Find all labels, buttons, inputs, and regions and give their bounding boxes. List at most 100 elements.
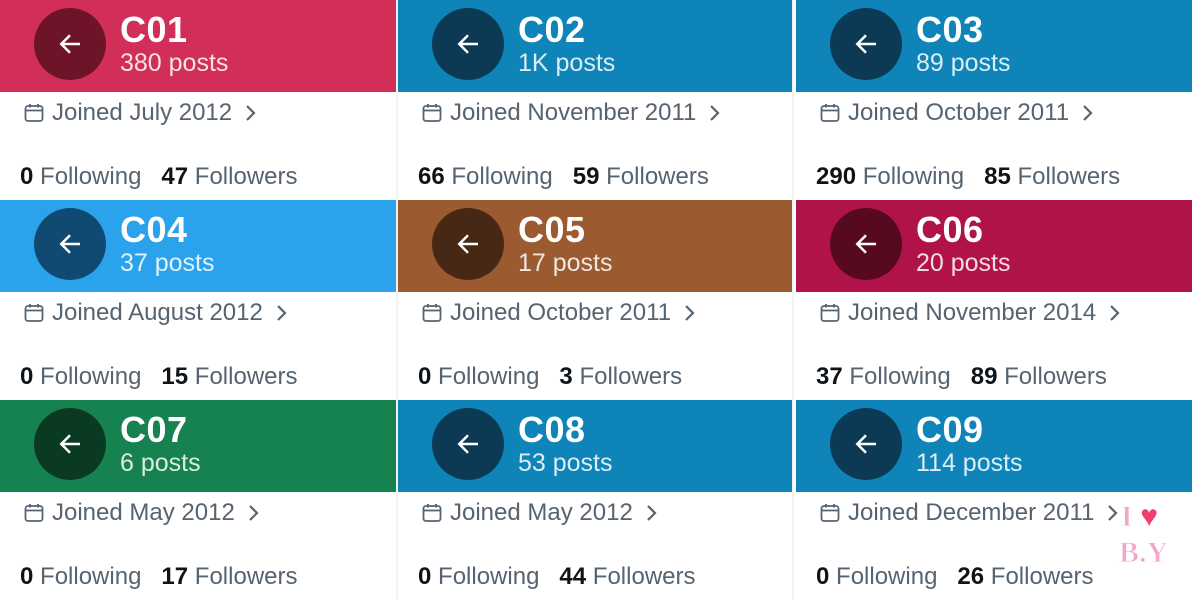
followers-link[interactable]: 89 Followers [971,362,1107,392]
profile-card: C02 1K posts Joined November 2011 66 Fol… [398,0,794,200]
joined-date-row[interactable]: Joined November 2014 [818,298,1122,328]
back-button[interactable] [432,408,504,480]
joined-date-row[interactable]: Joined November 2011 [420,98,722,128]
following-link[interactable]: 0 Following [20,562,141,592]
watermark-logo: I ♥ B.Y [1119,500,1170,569]
following-link[interactable]: 290 Following [816,162,964,192]
followers-link[interactable]: 47 Followers [161,162,297,192]
back-button[interactable] [830,208,902,280]
followers-link[interactable]: 3 Followers [559,362,682,392]
post-count: 17 posts [518,249,613,277]
profile-card: C01 380 posts Joined July 2012 0 Followi… [0,0,396,200]
back-button[interactable] [34,208,106,280]
back-button[interactable] [34,8,106,80]
post-count: 53 posts [518,449,613,477]
arrow-left-icon [59,434,80,454]
profile-card: C05 17 posts Joined October 2011 0 Follo… [398,200,794,400]
calendar-icon [24,304,44,322]
arrow-left-icon [855,34,876,54]
following-link[interactable]: 0 Following [20,162,141,192]
followers-label: Followers [1017,163,1121,190]
back-button[interactable] [432,208,504,280]
joined-date-row[interactable]: Joined July 2012 [22,98,258,128]
back-button[interactable] [830,408,902,480]
profile-grid: C01 380 posts Joined July 2012 0 Followi… [0,0,1200,600]
profile-card: C07 6 posts Joined May 2012 0 Following … [0,400,396,600]
followers-count: 47 [161,163,189,190]
chevron-right-icon [277,305,287,321]
joined-date-row[interactable]: Joined October 2011 [818,98,1095,128]
joined-date-text: Joined May 2012 [450,499,633,526]
joined-date-text: Joined August 2012 [52,299,263,326]
profile-card: C04 37 posts Joined August 2012 0 Follow… [0,200,396,400]
chevron-right-icon [246,105,256,121]
profile-name: C06 [916,209,984,250]
post-count: 37 posts [120,249,215,277]
post-count: 114 posts [916,449,1023,477]
joined-date-row[interactable]: Joined May 2012 [420,498,659,528]
arrow-left-icon [855,234,876,254]
profile-name: C08 [518,409,586,450]
follow-stats: 290 Following 85 Followers [816,162,1120,192]
watermark-line-2: B.Y [1119,536,1169,568]
following-link[interactable]: 0 Following [816,562,937,592]
following-link[interactable]: 66 Following [418,162,553,192]
chevron-right-icon [1083,105,1093,121]
profile-name: C05 [518,209,586,250]
back-button[interactable] [432,8,504,80]
back-button[interactable] [34,408,106,480]
chevron-right-icon [249,505,259,521]
followers-label: Followers [990,563,1094,590]
calendar-icon [24,504,44,522]
joined-date-text: Joined October 2011 [450,299,672,326]
following-count: 0 [20,163,34,190]
post-count: 1K posts [518,49,616,77]
joined-date-row[interactable]: Joined December 2011 [818,498,1120,528]
followers-label: Followers [194,163,298,190]
post-count: 20 posts [916,249,1011,277]
following-count: 0 [418,563,432,590]
follow-stats: 0 Following 3 Followers [418,362,682,392]
followers-link[interactable]: 17 Followers [161,562,297,592]
chevron-right-icon [710,105,720,121]
watermark-line-1: I ♥ [1121,500,1158,533]
followers-count: 59 [572,163,600,190]
follow-stats: 0 Following 15 Followers [20,362,298,392]
joined-date-row[interactable]: Joined May 2012 [22,498,261,528]
followers-count: 85 [984,163,1011,190]
back-button[interactable] [830,8,902,80]
following-count: 0 [816,563,830,590]
profile-card: C06 20 posts Joined November 2014 37 Fol… [796,200,1192,400]
follow-stats: 0 Following 17 Followers [20,562,298,592]
following-count: 66 [418,163,445,190]
followers-link[interactable]: 26 Followers [957,562,1093,592]
following-count: 290 [816,163,857,190]
profile-name: C03 [916,9,984,50]
arrow-left-icon [457,434,478,454]
column-divider [792,0,794,600]
followers-link[interactable]: 85 Followers [984,162,1120,192]
calendar-icon [422,104,442,122]
followers-label: Followers [194,363,298,390]
arrow-left-icon [59,234,80,254]
following-link[interactable]: 37 Following [816,362,951,392]
joined-date-row[interactable]: Joined October 2011 [420,298,697,328]
calendar-icon [422,304,442,322]
followers-link[interactable]: 59 Followers [573,162,709,192]
followers-link[interactable]: 44 Followers [559,562,695,592]
following-link[interactable]: 0 Following [20,362,141,392]
arrow-left-icon [457,34,478,54]
following-label: Following [862,163,965,190]
following-count: 0 [20,563,34,590]
followers-link[interactable]: 15 Followers [161,362,297,392]
joined-date-text: Joined November 2014 [848,299,1097,326]
joined-date-row[interactable]: Joined August 2012 [22,298,289,328]
following-link[interactable]: 0 Following [418,362,539,392]
follow-stats: 0 Following 47 Followers [20,162,298,192]
joined-date-text: Joined July 2012 [52,99,233,126]
follow-stats: 0 Following 26 Followers [816,562,1094,592]
following-link[interactable]: 0 Following [418,562,539,592]
following-label: Following [40,163,142,190]
followers-label: Followers [606,163,709,190]
followers-label: Followers [194,563,298,590]
